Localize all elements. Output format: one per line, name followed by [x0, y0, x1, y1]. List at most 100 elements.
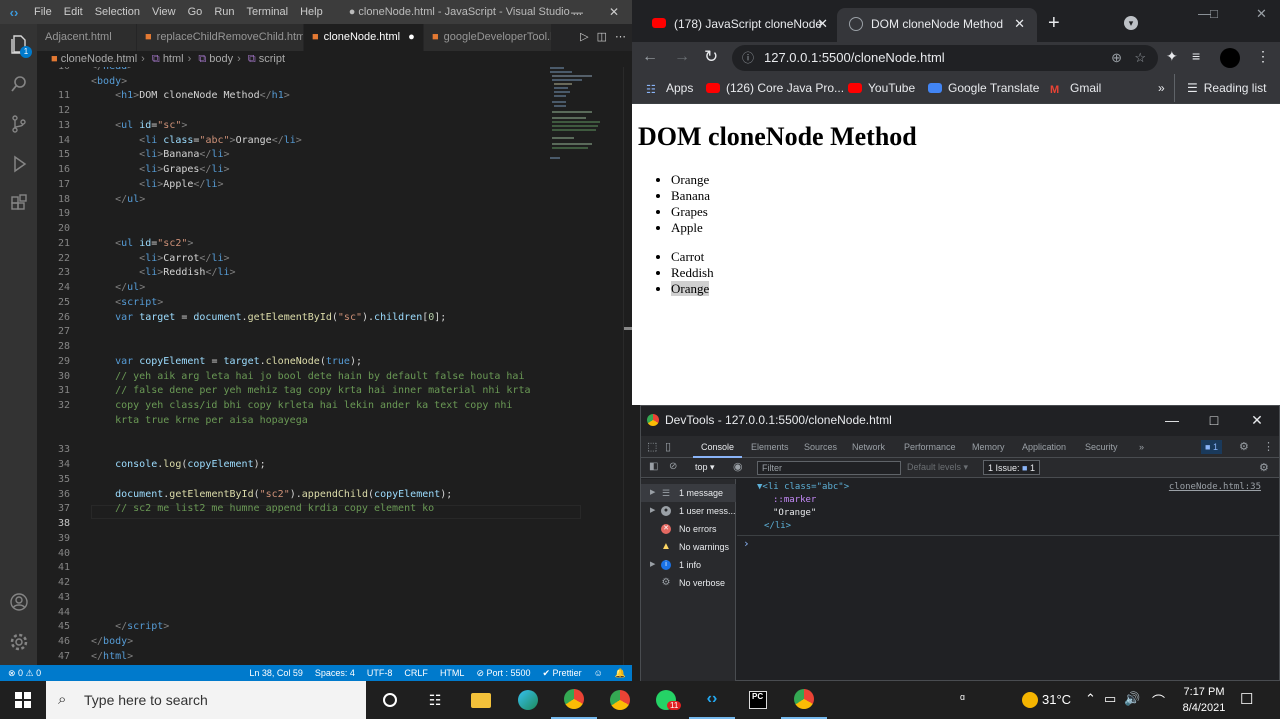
live-server-port[interactable]: ⊘ Port : 5500 [470, 668, 536, 679]
chrome-profile-taskbar-icon[interactable] [781, 681, 827, 719]
tab-clonenode[interactable]: ■ cloneNode.html ● [304, 24, 424, 51]
code-editor[interactable]: 10 11 12 13 14 15 16 17 18 19 20 21 22 2… [37, 67, 623, 665]
file-explorer-icon[interactable] [458, 681, 504, 719]
breadcrumb-script[interactable]: script [259, 53, 285, 65]
editor-scrollbar[interactable] [623, 67, 632, 665]
devtools-minimize-button[interactable]: — [1151, 406, 1193, 435]
account-icon[interactable] [0, 582, 37, 622]
vscode-close-button[interactable]: ✕ [596, 0, 632, 24]
sidebar-toggle-icon[interactable]: ◧ [649, 461, 658, 472]
source-control-icon[interactable] [0, 104, 37, 144]
more-bookmarks-button[interactable]: » [1158, 74, 1165, 102]
cursor-position[interactable]: Ln 38, Col 59 [243, 668, 309, 678]
profile-avatar[interactable] [1220, 48, 1240, 68]
address-bar[interactable]: ⓘ 127.0.0.1:5500/cloneNode.html ⊕ ☆ [732, 45, 1158, 71]
clock[interactable]: 7:17 PM 8/4/2021 [1174, 684, 1234, 716]
pycharm-icon[interactable]: PC [735, 681, 781, 719]
forward-arrow-icon[interactable]: → [674, 48, 690, 66]
problems-indicator[interactable]: ⊗ 0 ⚠ 0 [0, 668, 47, 679]
indentation[interactable]: Spaces: 4 [309, 668, 361, 678]
tab-network[interactable]: Network [852, 436, 885, 458]
chrome-alt-taskbar-icon[interactable] [597, 681, 643, 719]
breadcrumb-file[interactable]: cloneNode.html [61, 53, 137, 65]
weather-temperature[interactable]: 31°C [1042, 692, 1071, 707]
explorer-icon[interactable]: 1 [0, 24, 37, 64]
wifi-icon[interactable]: ⌒ [1152, 691, 1165, 710]
run-debug-icon[interactable] [0, 144, 37, 184]
site-info-icon[interactable]: ⓘ [742, 45, 754, 71]
bookmark-apps[interactable]: ☷ Apps [646, 74, 693, 102]
expand-arrow-icon[interactable]: ▶ [650, 484, 655, 502]
people-icon[interactable]: ᵅ [960, 691, 965, 706]
tab-sources[interactable]: Sources [804, 436, 837, 458]
devtools-settings-gear-icon[interactable]: ⚙ [1239, 436, 1249, 458]
run-preview-icon[interactable]: ▷ [580, 24, 588, 51]
breadcrumb-body[interactable]: body [209, 53, 233, 65]
edge-browser-icon[interactable] [505, 681, 551, 719]
bookmark-youtube[interactable]: YouTube [848, 74, 915, 102]
more-actions-icon[interactable]: ⋯ [615, 24, 626, 51]
tab-google-devtool[interactable]: ■ googleDeveloperTool.ht [424, 24, 552, 51]
menu-terminal[interactable]: Terminal [241, 6, 295, 18]
chrome-tab-active[interactable]: DOM cloneNode Method ✕ [837, 8, 1037, 42]
sidebar-warnings[interactable]: ▲ No warnings [641, 538, 736, 556]
issues-counter-button[interactable]: 1 Issue: ■ 1 [983, 460, 1041, 475]
device-toolbar-icon[interactable]: ▯ [665, 436, 671, 458]
settings-gear-icon[interactable] [0, 622, 37, 662]
media-control-icon[interactable]: ≡ [1192, 48, 1200, 64]
vscode-taskbar-icon[interactable]: ‹› [689, 681, 735, 719]
menu-selection[interactable]: Selection [89, 6, 146, 18]
devtools-close-button[interactable]: ✕ [1236, 406, 1278, 435]
console-element-open[interactable]: ▼<li class="abc"> [757, 482, 849, 492]
language-mode[interactable]: HTML [434, 668, 471, 678]
log-levels-dropdown[interactable]: Default levels ▾ [907, 462, 968, 473]
line-ending[interactable]: CRLF [398, 668, 434, 678]
console-settings-gear-icon[interactable]: ⚙ [1259, 461, 1269, 474]
unsaved-dot-icon[interactable]: ● [408, 31, 415, 43]
chrome-tab-youtube[interactable]: (178) JavaScript cloneNode ✕ [640, 8, 840, 42]
sidebar-info[interactable]: ▶ i 1 info [641, 556, 736, 574]
menu-view[interactable]: View [146, 6, 182, 18]
scrollbar-thumb[interactable] [624, 327, 632, 330]
volume-icon[interactable]: 🔊 [1124, 691, 1140, 707]
devtools-maximize-button[interactable]: □ [1193, 406, 1235, 435]
live-expression-eye-icon[interactable]: ◉ [733, 460, 743, 473]
tab-replace-child[interactable]: ■ replaceChildRemoveChild.html [137, 24, 304, 51]
bookmark-star-icon[interactable]: ☆ [1134, 45, 1146, 71]
close-tab-icon[interactable]: ✕ [1014, 8, 1025, 40]
taskbar-search-box[interactable]: ⌕ Type here to search [46, 681, 366, 719]
menu-file[interactable]: File [28, 6, 58, 18]
notification-center-icon[interactable]: ☐ [1240, 690, 1253, 708]
tab-security[interactable]: Security [1085, 436, 1118, 458]
tab-search-icon[interactable]: ▾ [1124, 16, 1138, 30]
close-tab-icon[interactable]: ✕ [817, 8, 828, 40]
show-hidden-icons-icon[interactable]: ⌃ [1085, 691, 1096, 707]
console-output[interactable]: ▼<li class="abc"> ::marker "Orange" </li… [737, 479, 1279, 681]
encoding[interactable]: UTF-8 [361, 668, 399, 678]
sidebar-user-messages[interactable]: ▶ ● 1 user mess... [641, 502, 736, 520]
windows-start-icon[interactable] [0, 681, 46, 719]
inspect-element-icon[interactable]: ⬚ [647, 436, 657, 458]
sidebar-errors[interactable]: ✕ No errors [641, 520, 736, 538]
weather-sun-icon[interactable] [1022, 692, 1038, 708]
bookmark-core-java[interactable]: (126) Core Java Pro... [706, 74, 844, 102]
back-arrow-icon[interactable]: ← [642, 48, 658, 66]
reading-list-button[interactable]: ☰ Reading list [1174, 74, 1266, 102]
breadcrumb-html[interactable]: html [163, 53, 184, 65]
chrome-maximize-button[interactable]: □ [1210, 6, 1218, 21]
menu-help[interactable]: Help [294, 6, 329, 18]
task-view-icon[interactable]: ☷ [412, 681, 458, 719]
chrome-close-button[interactable]: ✕ [1256, 6, 1267, 22]
expand-arrow-icon[interactable]: ▶ [650, 556, 655, 574]
new-tab-button[interactable]: + [1048, 10, 1060, 36]
expand-arrow-icon[interactable]: ▶ [650, 502, 655, 520]
tab-adjacent[interactable]: Adjacent.html [37, 24, 137, 51]
extensions-icon[interactable] [0, 184, 37, 224]
feedback-icon[interactable]: ☺ [588, 668, 609, 678]
tab-elements[interactable]: Elements [751, 436, 789, 458]
tab-performance[interactable]: Performance [904, 436, 956, 458]
bookmark-google-translate[interactable]: Google Translate [928, 74, 1039, 102]
notifications-bell-icon[interactable]: 🔔 [609, 668, 632, 679]
network-icon[interactable]: ▭ [1104, 691, 1116, 707]
issues-badge[interactable]: ■ 1 [1201, 440, 1222, 454]
